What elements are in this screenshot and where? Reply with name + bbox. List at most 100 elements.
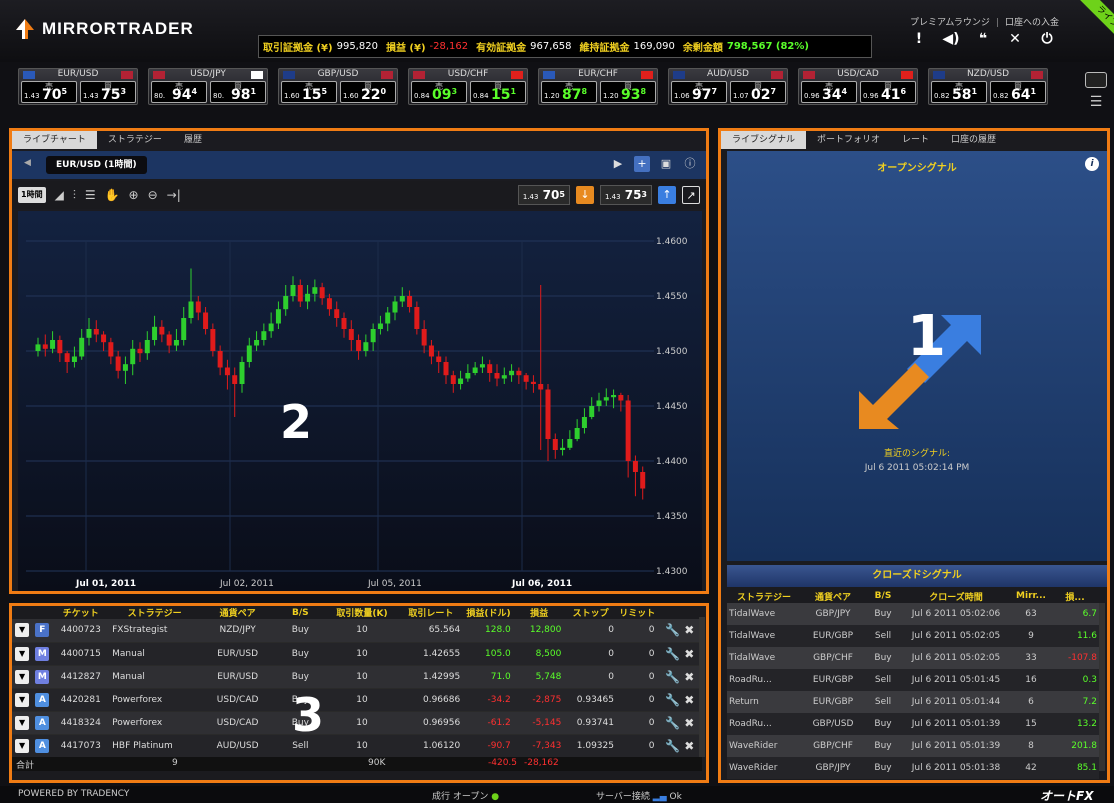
sell-price-button[interactable]: 売 1.43 705 [21, 81, 77, 103]
close-icon[interactable]: ✖ [684, 716, 694, 730]
collapse-button[interactable] [1085, 72, 1107, 88]
table-row[interactable]: TidalWave GBP/CHF Buy Jul 6 2011 05:02:05 33… [727, 647, 1099, 669]
buy-price-button[interactable]: 買 1.07 027 [730, 81, 786, 103]
sell-price-button[interactable]: 売 1.60 155 [281, 81, 337, 103]
add-icon[interactable]: + [634, 156, 650, 172]
table-row[interactable]: ▼ A 4420281 Powerforex USD/CAD Buy 10 0.96686… [12, 688, 702, 712]
currency-tile[interactable]: AUD/USD 売 1.06 977 買 1.07 027 [668, 68, 788, 105]
col-pair[interactable]: 通貨ペア [200, 606, 275, 619]
close-icon[interactable]: ✖ [684, 647, 694, 661]
col-close-time[interactable]: クローズ時間 [901, 589, 1011, 603]
buy-price-button[interactable]: 買 0.84 151 [470, 81, 526, 103]
currency-tile[interactable]: EUR/USD 売 1.43 705 買 1.43 753 [18, 68, 138, 105]
col-pair[interactable]: 通貨ペア [801, 589, 865, 603]
tab-strategy[interactable]: ストラテジー [97, 131, 173, 149]
col-bs[interactable]: B/S [275, 606, 326, 619]
wrench-icon[interactable]: 🔧 [665, 623, 680, 637]
buy-price-button[interactable]: 買 0.96 416 [860, 81, 916, 103]
symbol-selector[interactable]: EUR/USD (1時間) [46, 156, 147, 174]
buy-price-button[interactable]: 買 1.43 753 [80, 81, 136, 103]
tab-account-history[interactable]: 口座の履歴 [940, 131, 1007, 149]
prev-arrow-icon[interactable]: ◀ [24, 158, 31, 168]
col-limit[interactable]: リミット [617, 606, 657, 619]
tab-history[interactable]: 履歴 [173, 131, 213, 149]
closed-signals-scrollbar[interactable] [1099, 603, 1105, 771]
expand-icon[interactable]: ▼ [15, 646, 30, 661]
col-strategy[interactable]: ストラテジー [109, 606, 200, 619]
power-icon[interactable]: ⏻ [1038, 30, 1056, 48]
close-icon[interactable]: ✖ [684, 693, 694, 707]
positions-scrollbar[interactable] [699, 617, 705, 757]
tools-icon[interactable]: ✕ [1006, 30, 1024, 48]
col-rate[interactable]: 取引レート [398, 606, 463, 619]
sell-price-button[interactable]: 売 0.82 581 [931, 81, 987, 103]
table-row[interactable]: WaveRider GBP/CHF Buy Jul 6 2011 05:01:39 8 2… [727, 735, 1099, 757]
tab-portfolio[interactable]: ポートフォリオ [806, 131, 891, 149]
wrench-icon[interactable]: 🔧 [665, 716, 680, 730]
list-icon[interactable]: ☰ [85, 187, 96, 203]
buy-price-button[interactable]: 買 1.60 220 [340, 81, 396, 103]
info-icon[interactable]: i [1085, 157, 1099, 171]
popout-icon[interactable]: ↗ [682, 186, 700, 204]
buy-price-button[interactable]: 買 80. 981 [210, 81, 266, 103]
close-icon[interactable]: ✖ [684, 670, 694, 684]
expand-icon[interactable]: ▼ [15, 692, 30, 707]
table-row[interactable]: ▼ F 4400723 FXStrategist NZD/JPY Buy 10 65.56… [12, 619, 702, 643]
chat-icon[interactable]: ❝ [974, 30, 992, 48]
buy-price-button[interactable]: 買 0.82 641 [990, 81, 1046, 103]
col-bs[interactable]: B/S [865, 589, 901, 603]
wrench-icon[interactable]: 🔧 [665, 739, 680, 753]
premium-lounge-link[interactable]: プレミアムラウンジ [910, 18, 990, 28]
indicator-icon[interactable]: ⫶ [73, 187, 76, 203]
currency-tile[interactable]: EUR/CHF 売 1.20 878 買 1.20 938 [538, 68, 658, 105]
col-pips[interactable]: 損益(ドル) [463, 606, 514, 619]
expand-icon[interactable]: ▼ [15, 738, 30, 753]
table-row[interactable]: ▼ M 4400715 Manual EUR/USD Buy 10 1.42655 105.… [12, 642, 702, 666]
col-strategy[interactable]: ストラテジー [727, 589, 801, 603]
tab-live-signals[interactable]: ライブシグナル [721, 131, 807, 149]
col-pl[interactable]: 損益 [514, 606, 565, 619]
table-row[interactable]: RoadRu... EUR/GBP Sell Jul 6 2011 05:01:45 1… [727, 669, 1099, 691]
col-ticket[interactable]: チケット [52, 606, 109, 619]
table-row[interactable]: WaveRider GBP/JPY Buy Jul 6 2011 05:01:38 42… [727, 757, 1099, 779]
col-mirrors[interactable]: Mirr... [1011, 589, 1051, 603]
close-icon[interactable]: ✖ [684, 739, 694, 753]
info-icon[interactable]: ⓘ [682, 156, 698, 172]
tab-rates[interactable]: レート [891, 131, 940, 149]
table-row[interactable]: Return EUR/GBP Sell Jul 6 2011 05:01:44 6 7.2 [727, 691, 1099, 713]
sell-price-button[interactable]: 売 1.06 977 [671, 81, 727, 103]
notes-icon[interactable]: ☰ [1080, 94, 1112, 110]
next-arrow-icon[interactable]: ▶ [610, 156, 626, 172]
zoom-out-icon[interactable]: ⊖ [148, 187, 158, 203]
sell-price-button[interactable]: 売 1.20 878 [541, 81, 597, 103]
col-pl[interactable]: 損... [1051, 589, 1099, 603]
table-row[interactable]: ▼ M 4412827 Manual EUR/USD Buy 10 1.42995 71.0… [12, 665, 702, 689]
sell-price-button[interactable]: 売 80. 944 [151, 81, 207, 103]
wrench-icon[interactable]: 🔧 [665, 670, 680, 684]
table-row[interactable]: TidalWave EUR/GBP Sell Jul 6 2011 05:02:05 9… [727, 625, 1099, 647]
chart-type-icon[interactable]: ◢ [55, 187, 64, 203]
buy-price-button[interactable]: 買 1.20 938 [600, 81, 656, 103]
currency-tile[interactable]: GBP/USD 売 1.60 155 買 1.60 220 [278, 68, 398, 105]
sell-arrow-icon[interactable]: ↓ [575, 186, 594, 204]
currency-tile[interactable]: NZD/USD 売 0.82 581 買 0.82 641 [928, 68, 1048, 105]
table-row[interactable]: ▼ A 4418324 Powerforex USD/CAD Buy 10 0.96956… [12, 711, 702, 735]
wrench-icon[interactable]: 🔧 [665, 647, 680, 661]
col-qty[interactable]: 取引数量(K) [326, 606, 399, 619]
col-stop[interactable]: ストップ [564, 606, 617, 619]
sell-price-button[interactable]: 売 0.84 093 [411, 81, 467, 103]
buy-arrow-icon[interactable]: ↑ [658, 186, 676, 204]
currency-tile[interactable]: USD/CHF 売 0.84 093 買 0.84 151 [408, 68, 528, 105]
expand-icon[interactable]: ▼ [15, 623, 30, 638]
close-icon[interactable]: ✖ [684, 623, 694, 637]
zoom-in-icon[interactable]: ⊕ [129, 187, 139, 203]
sound-icon[interactable]: ◀) [942, 30, 960, 48]
alert-icon[interactable]: ! [910, 30, 928, 48]
tab-live-chart[interactable]: ライブチャート [12, 131, 97, 149]
table-row[interactable]: RoadRu... GBP/USD Buy Jul 6 2011 05:01:39 15… [727, 713, 1099, 735]
scroll-to-end-icon[interactable]: →| [167, 187, 181, 203]
deposit-link[interactable]: 口座への入金 [1005, 18, 1059, 28]
expand-icon[interactable]: ▼ [15, 715, 30, 730]
table-row[interactable]: TidalWave GBP/JPY Buy Jul 6 2011 05:02:06 63… [727, 603, 1099, 625]
wrench-icon[interactable]: 🔧 [665, 693, 680, 707]
